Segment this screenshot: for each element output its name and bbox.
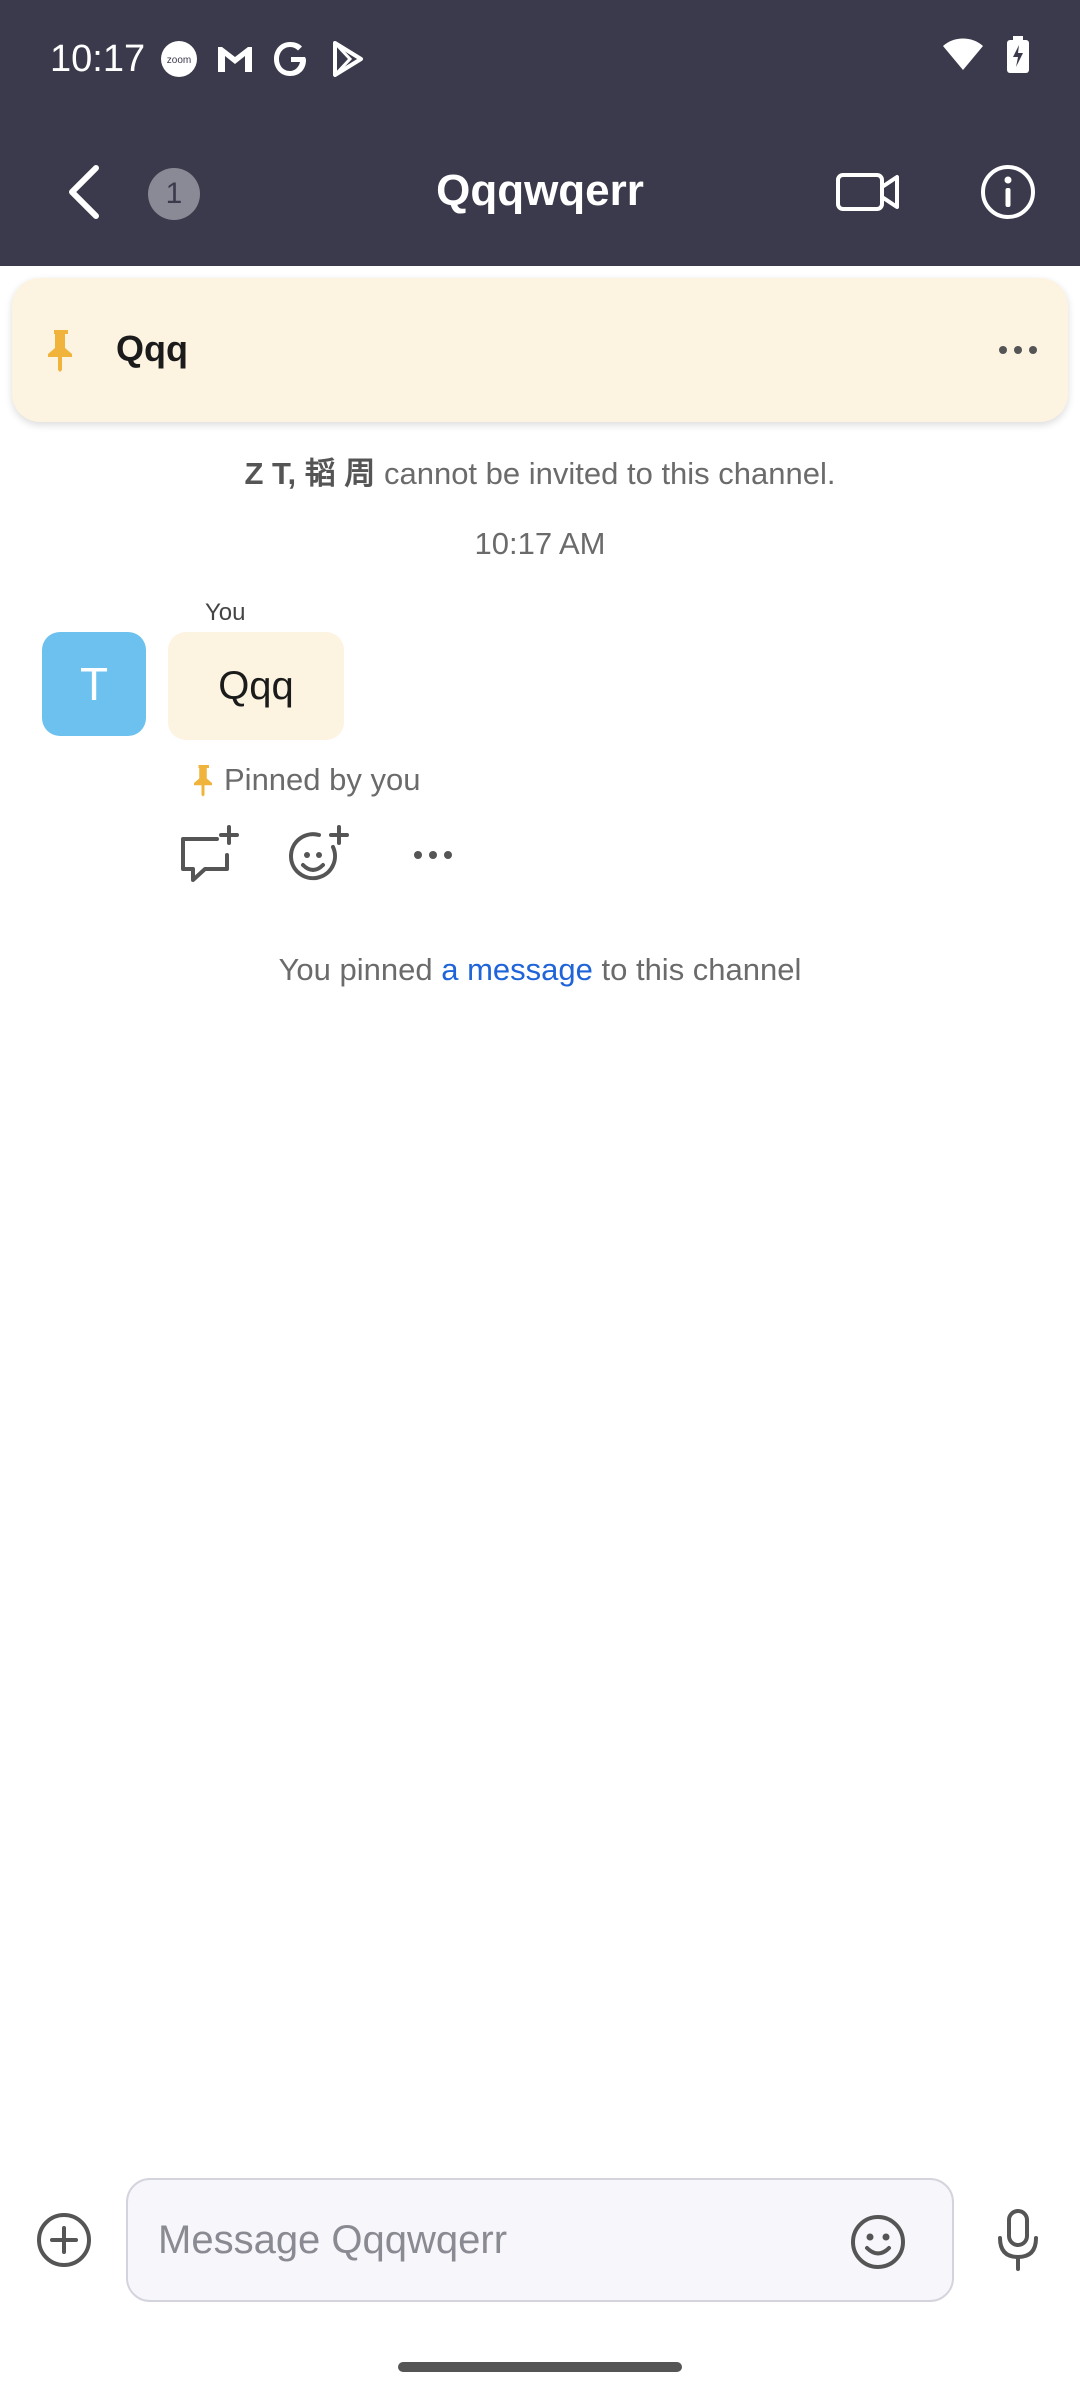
pin-icon [194, 765, 212, 797]
avatar[interactable]: T [42, 632, 146, 736]
emoji-icon [851, 2215, 905, 2269]
svg-text:zoom: zoom [167, 55, 191, 66]
emoji-add-icon [289, 825, 349, 881]
comment-add-icon [181, 825, 239, 882]
pinned-more-button[interactable] [988, 328, 1048, 372]
message-actions [176, 822, 466, 888]
voice-message-button[interactable] [988, 2204, 1048, 2276]
pinned-by-text: Pinned by you [224, 762, 421, 797]
system-notice: Z T, 韬 周 cannot be invited to this chann… [0, 448, 1080, 493]
pinned-message-text: Qqq [116, 328, 188, 369]
message-timestamp: 10:17 AM [474, 526, 606, 561]
more-horizontal-icon [414, 851, 452, 859]
plus-circle-icon [37, 2213, 91, 2267]
add-reaction-button[interactable] [288, 822, 354, 888]
status-time: 10:17 [50, 38, 146, 80]
message-composer [126, 2178, 954, 2302]
zoom-icon: zoom [158, 38, 200, 80]
system-notice-names: Z T, 韬 周 [244, 456, 376, 491]
emoji-button[interactable] [848, 2212, 908, 2272]
more-horizontal-icon [999, 346, 1037, 354]
pinned-message-link[interactable]: a message [441, 952, 593, 987]
notification-icons: zoom [158, 38, 368, 80]
pin-event-notice: You pinned a message to this channel [0, 952, 1080, 988]
wifi-icon [942, 38, 984, 77]
sender-name: You [205, 599, 246, 626]
play-store-icon [326, 38, 368, 80]
home-indicator[interactable] [398, 2362, 682, 2372]
add-attachment-button[interactable] [34, 2210, 94, 2270]
pin-icon [40, 328, 80, 372]
channel-title[interactable]: Qqqwqerr [0, 166, 1080, 216]
message-input[interactable] [158, 2208, 798, 2272]
chat-header: 1 Qqqwqerr [0, 118, 1080, 266]
battery-charging-icon [1006, 36, 1030, 79]
system-icons [942, 36, 1030, 79]
system-notice-text: cannot be invited to this channel. [375, 456, 836, 491]
info-icon [981, 165, 1035, 219]
microphone-icon [998, 2209, 1038, 2271]
video-camera-icon [836, 173, 899, 211]
status-bar: 10:17 zoom [0, 0, 1080, 118]
gmail-icon [214, 38, 256, 80]
pin-event-prefix: You pinned [278, 952, 442, 987]
pinned-by-label: Pinned by you [188, 762, 420, 798]
message-bubble[interactable]: Qqq [168, 632, 344, 740]
video-call-button[interactable] [832, 162, 904, 222]
channel-info-button[interactable] [976, 160, 1040, 224]
reply-button[interactable] [176, 822, 242, 888]
pin-event-suffix: to this channel [592, 952, 802, 987]
google-icon [270, 38, 312, 80]
pinned-message-banner[interactable]: Qqq [12, 278, 1068, 422]
message-more-button[interactable] [400, 822, 466, 888]
